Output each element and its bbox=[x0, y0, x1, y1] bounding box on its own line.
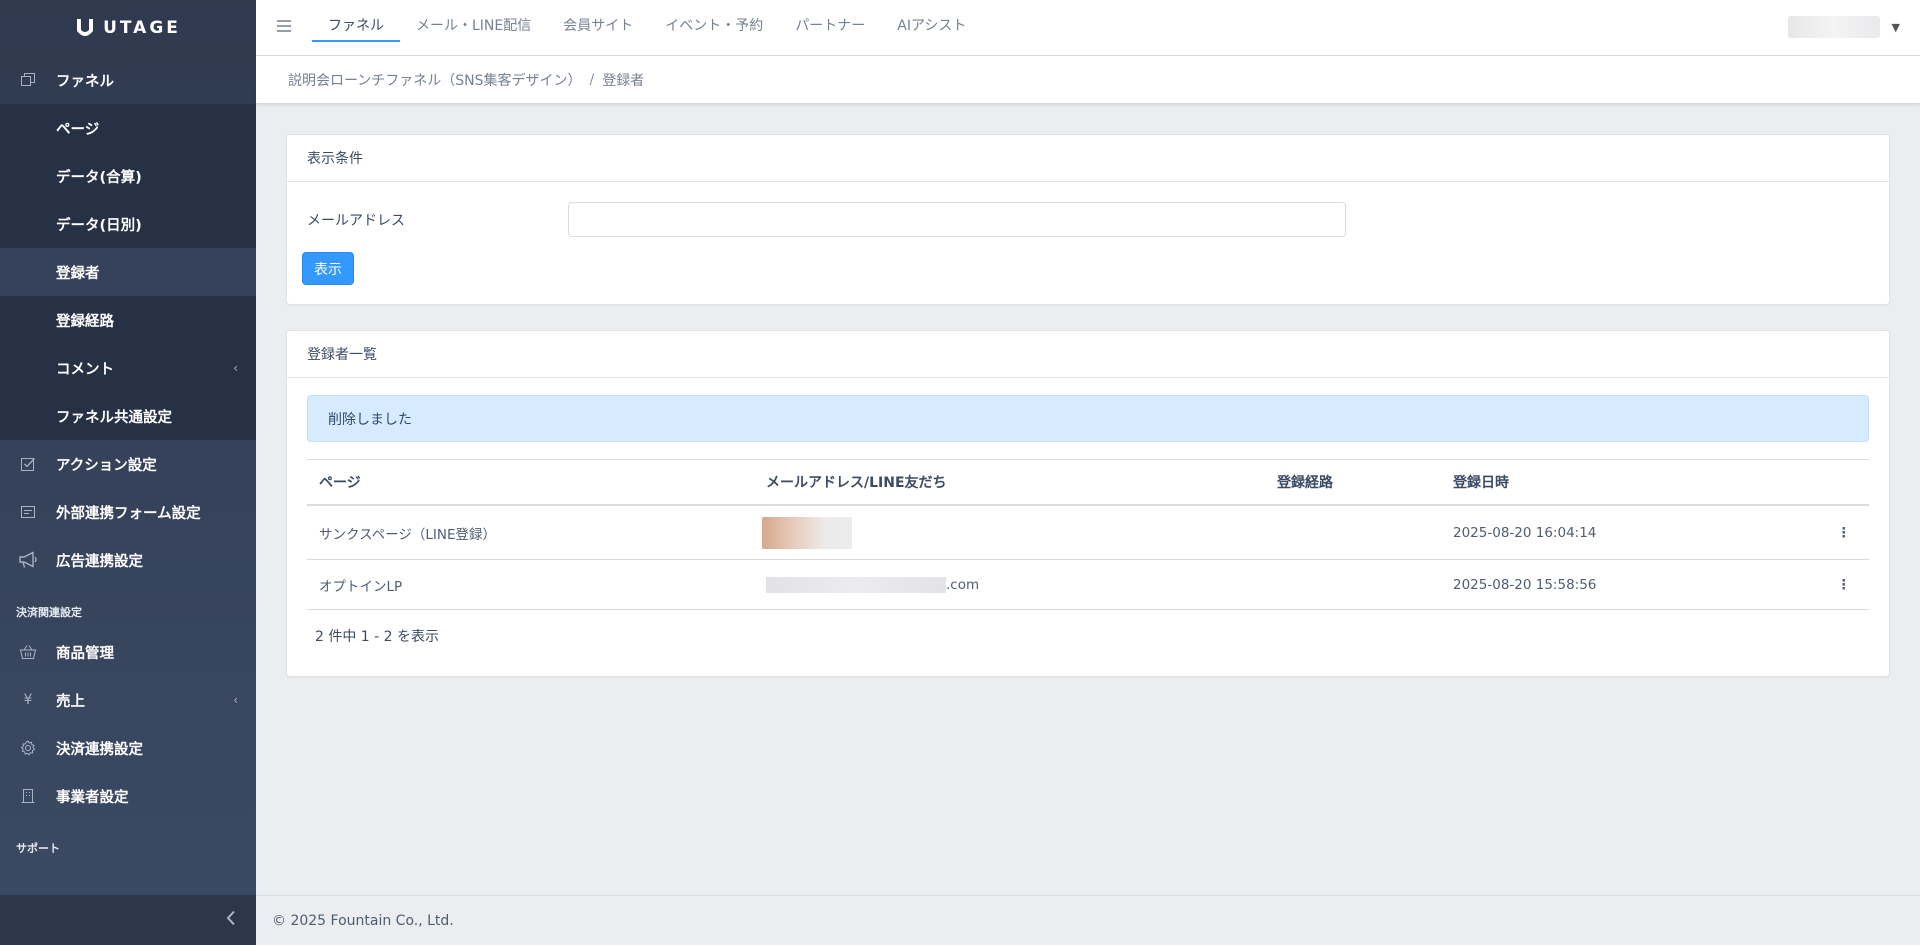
tab-member-site[interactable]: 会員サイト bbox=[547, 14, 649, 42]
utage-logo-icon bbox=[77, 19, 94, 36]
gear-icon bbox=[18, 738, 38, 758]
sidebar-item-label: 事業者設定 bbox=[56, 789, 129, 806]
sidebar-item-external-form-settings[interactable]: 外部連携フォーム設定 bbox=[0, 488, 256, 536]
top-nav-tabs: ファネル メール・LINE配信 会員サイト イベント・予約 パートナー AIアシ… bbox=[312, 0, 982, 56]
column-header-datetime: 登録日時 bbox=[1453, 475, 1509, 491]
footer: © 2025 Fountain Co., Ltd. bbox=[256, 895, 1920, 945]
column-header-email: メールアドレス/LINE友だち bbox=[766, 475, 947, 491]
filter-card-title: 表示条件 bbox=[287, 135, 1889, 182]
sidebar-item-label: ファネル共通設定 bbox=[56, 409, 172, 426]
sidebar-item-registrants[interactable]: 登録者 bbox=[0, 248, 256, 296]
pagination-info: 2 件中 1 - 2 を表示 bbox=[315, 629, 440, 645]
building-icon bbox=[18, 786, 38, 806]
tab-mail-line[interactable]: メール・LINE配信 bbox=[400, 14, 547, 42]
sidebar-item-product-management[interactable]: 商品管理 bbox=[0, 628, 256, 676]
sidebar-item-payment-integration[interactable]: 決済連携設定 bbox=[0, 724, 256, 772]
column-header-page: ページ bbox=[319, 475, 361, 491]
hamburger-menu-button[interactable] bbox=[256, 0, 312, 56]
email-label: メールアドレス bbox=[307, 213, 405, 229]
row-datetime: 2025-08-20 16:04:14 bbox=[1453, 524, 1597, 541]
row-email-domain: .com bbox=[946, 576, 980, 593]
show-button[interactable]: 表示 bbox=[302, 252, 354, 285]
sidebar-item-action-settings[interactable]: アクション設定 bbox=[0, 440, 256, 488]
chevron-left-icon: ‹ bbox=[233, 693, 238, 707]
sidebar-item-sales[interactable]: ¥ 売上 ‹ bbox=[0, 676, 256, 724]
tab-ai-assist[interactable]: AIアシスト bbox=[881, 14, 982, 42]
chevron-left-icon bbox=[226, 910, 236, 931]
row-email: .com bbox=[766, 560, 979, 609]
sidebar-item-registration-route[interactable]: 登録経路 bbox=[0, 296, 256, 344]
sidebar-item-pages[interactable]: ページ bbox=[0, 104, 256, 152]
tab-partner[interactable]: パートナー bbox=[779, 14, 881, 42]
copy-icon bbox=[18, 70, 38, 90]
sidebar-item-funnel[interactable]: ファネル bbox=[0, 56, 256, 104]
sidebar-item-label: 商品管理 bbox=[56, 645, 114, 662]
row-page: オプトインLP bbox=[319, 578, 403, 595]
registrant-list-card: 登録者一覧 削除しました ページ メールアドレス/LINE友だち 登録経路 登録… bbox=[286, 330, 1890, 677]
sidebar: UTAGE ファネル ページ データ(合算) データ(日別) 登録者 登録経路 … bbox=[0, 0, 256, 945]
table-header-row: ページ メールアドレス/LINE友だち 登録経路 登録日時 bbox=[307, 459, 1869, 506]
brand-logo[interactable]: UTAGE bbox=[0, 0, 256, 56]
sidebar-item-label: 登録者 bbox=[56, 265, 100, 282]
breadcrumb-current: 登録者 bbox=[602, 72, 645, 89]
row-actions-kebab-icon[interactable]: ⋮ bbox=[1837, 506, 1851, 559]
caret-down-icon: ▼ bbox=[1891, 20, 1900, 34]
sidebar-minimizer-button[interactable] bbox=[0, 895, 256, 945]
yen-icon: ¥ bbox=[23, 692, 33, 708]
basket-icon bbox=[18, 642, 38, 662]
table-row[interactable]: オプトインLP .com 2025-08-20 15:58:56 ⋮ bbox=[307, 560, 1869, 610]
user-menu[interactable]: ▼ bbox=[1787, 16, 1900, 38]
sidebar-item-label: 売上 bbox=[56, 693, 85, 710]
sidebar-item-business-settings[interactable]: 事業者設定 bbox=[0, 772, 256, 820]
megaphone-icon bbox=[18, 550, 38, 570]
sidebar-item-label: アクション設定 bbox=[56, 457, 157, 474]
footer-copyright: © 2025 Fountain Co., Ltd. bbox=[272, 912, 454, 929]
row-email bbox=[762, 506, 852, 559]
email-redacted bbox=[766, 576, 946, 593]
tab-funnel[interactable]: ファネル bbox=[312, 14, 400, 42]
table-row[interactable]: サンクスページ（LINE登録） 2025-08-20 16:04:14 ⋮ bbox=[307, 506, 1869, 560]
filter-card: 表示条件 メールアドレス 表示 bbox=[286, 134, 1890, 305]
brand-name: UTAGE bbox=[103, 18, 181, 38]
sidebar-item-label: データ(合算) bbox=[56, 169, 142, 186]
row-page: サンクスページ（LINE登録） bbox=[319, 526, 497, 543]
sidebar-item-label: 広告連携設定 bbox=[56, 553, 143, 570]
email-filter-row: メールアドレス bbox=[307, 202, 567, 238]
user-name-redacted bbox=[1787, 16, 1880, 38]
top-header: ファネル メール・LINE配信 会員サイト イベント・予約 パートナー AIアシ… bbox=[256, 0, 1920, 56]
sidebar-item-label: コメント bbox=[56, 361, 114, 378]
sidebar-item-comments[interactable]: コメント ‹ bbox=[0, 344, 256, 392]
sidebar-section-support: サポート bbox=[16, 842, 60, 855]
line-avatar-redacted bbox=[762, 516, 852, 549]
breadcrumb-parent-link[interactable]: 説明会ローンチファネル（SNS集客デザイン） bbox=[288, 70, 582, 90]
sidebar-item-data-total[interactable]: データ(合算) bbox=[0, 152, 256, 200]
breadcrumb-separator: / bbox=[589, 71, 595, 88]
hamburger-icon bbox=[276, 17, 292, 38]
breadcrumb: 説明会ローンチファネル（SNS集客デザイン） / 登録者 bbox=[256, 56, 1920, 104]
check-square-icon bbox=[18, 454, 38, 474]
email-input[interactable] bbox=[568, 202, 1346, 237]
sidebar-item-funnel-common-settings[interactable]: ファネル共通設定 bbox=[0, 392, 256, 440]
row-actions-kebab-icon[interactable]: ⋮ bbox=[1837, 560, 1851, 609]
sidebar-item-label: 登録経路 bbox=[56, 313, 114, 330]
form-icon bbox=[18, 502, 38, 522]
row-datetime: 2025-08-20 15:58:56 bbox=[1453, 576, 1597, 593]
chevron-left-icon: ‹ bbox=[233, 361, 238, 375]
sidebar-item-label: データ(日別) bbox=[56, 217, 142, 234]
sidebar-section-payment: 決済関連設定 bbox=[16, 606, 82, 619]
column-header-route: 登録経路 bbox=[1277, 475, 1333, 491]
sidebar-item-label: 決済連携設定 bbox=[56, 741, 143, 758]
sidebar-item-ad-settings[interactable]: 広告連携設定 bbox=[0, 536, 256, 584]
sidebar-item-label: ページ bbox=[56, 121, 100, 138]
registrant-table: ページ メールアドレス/LINE友だち 登録経路 登録日時 サンクスページ（LI… bbox=[307, 459, 1869, 610]
registrant-list-title: 登録者一覧 bbox=[287, 331, 1889, 378]
sidebar-item-label: ファネル bbox=[56, 73, 114, 90]
sidebar-item-label: 外部連携フォーム設定 bbox=[56, 505, 201, 522]
success-alert: 削除しました bbox=[307, 395, 1869, 442]
tab-event-booking[interactable]: イベント・予約 bbox=[649, 14, 779, 42]
sidebar-item-data-daily[interactable]: データ(日別) bbox=[0, 200, 256, 248]
